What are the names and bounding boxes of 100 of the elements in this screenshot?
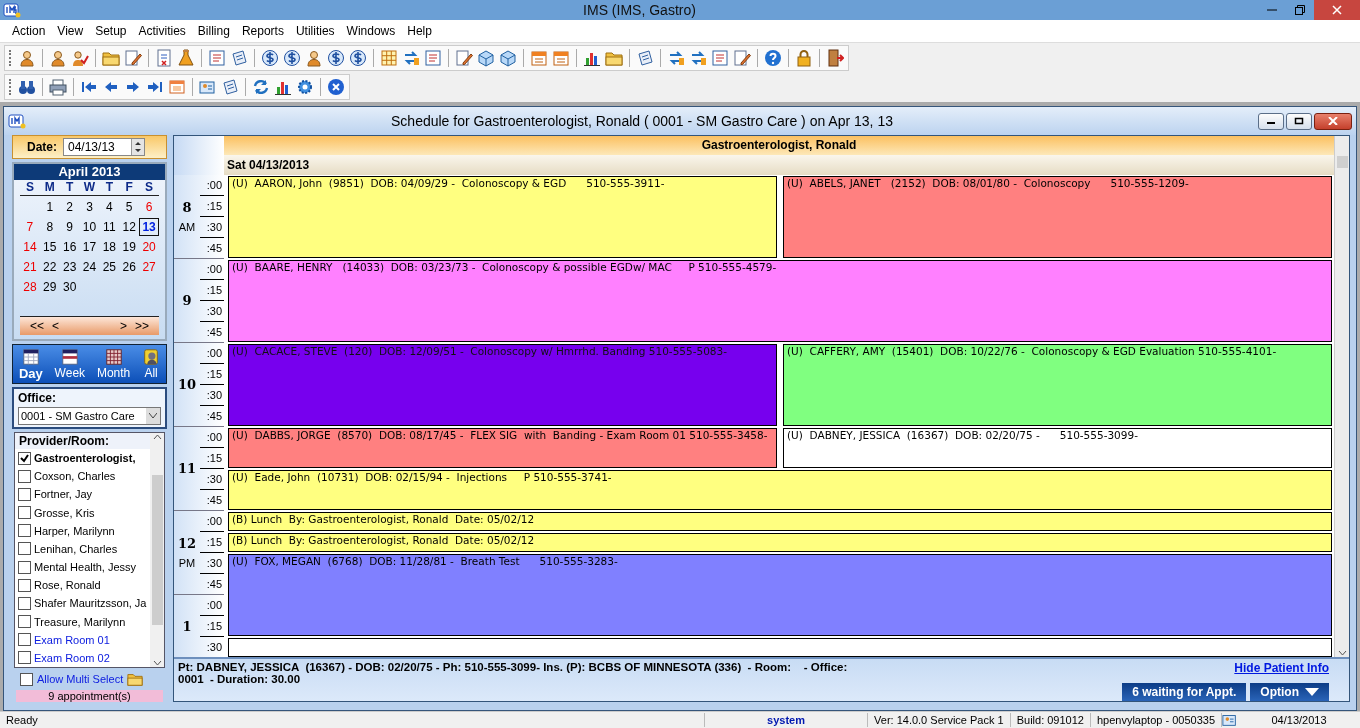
calendar-day[interactable]: 22: [39, 258, 60, 276]
calendar-icon[interactable]: [552, 49, 570, 67]
minimize-button[interactable]: [1258, 112, 1284, 130]
appointment-block[interactable]: (U) BAARE, HENRY (14033) DOB: 03/23/73 - Colonoscopy & possible EGDw/ MAC P 510-555-4579-: [228, 260, 1332, 342]
person-icon[interactable]: [49, 49, 67, 67]
calendar-day[interactable]: 25: [99, 258, 120, 276]
checkbox[interactable]: [18, 596, 31, 610]
checkbox[interactable]: [18, 524, 31, 538]
provider-name[interactable]: Gastroenterologist,: [34, 452, 136, 465]
calendar-day[interactable]: 27: [139, 258, 159, 276]
person-check-icon[interactable]: [71, 49, 89, 67]
provider-name[interactable]: Grosse, Kris: [34, 506, 95, 519]
calendar-day[interactable]: 5: [119, 198, 140, 216]
scroll-down-icon[interactable]: [152, 659, 162, 667]
scroll-up-icon[interactable]: [152, 433, 162, 441]
checkbox[interactable]: [18, 469, 31, 483]
checkbox[interactable]: [18, 560, 31, 574]
checkbox[interactable]: [18, 542, 31, 556]
scrollbar[interactable]: [1334, 136, 1349, 657]
scrollbar-thumb[interactable]: [1336, 156, 1348, 168]
provider-name[interactable]: Exam Room 01: [34, 633, 110, 646]
appointment-block[interactable]: (U) DABNEY, JESSICA (16367) DOB: 02/20/75 - 510-555-3099-: [783, 428, 1332, 468]
printer-icon[interactable]: [49, 78, 67, 96]
prescription-icon[interactable]: [155, 49, 173, 67]
window-icon[interactable]: [168, 78, 186, 96]
exit-door-icon[interactable]: [826, 49, 844, 67]
calendar-day[interactable]: 18: [99, 238, 120, 256]
provider-name[interactable]: Lenihan, Charles: [34, 542, 118, 555]
menu-item[interactable]: Reports: [235, 22, 290, 40]
multi-select-label[interactable]: Allow Multi Select: [37, 673, 124, 685]
calendar-day[interactable]: 26: [119, 258, 140, 276]
folder-icon[interactable]: [102, 49, 120, 67]
dollar-icon[interactable]: [261, 49, 279, 67]
swap-arrows-icon[interactable]: [689, 49, 707, 67]
waiting-button[interactable]: 6 waiting for Appt.: [1122, 683, 1247, 701]
provider-name[interactable]: Mental Health, Jessy: [34, 561, 137, 574]
edit-icon[interactable]: [124, 49, 142, 67]
office-dropdown[interactable]: 0001 - SM Gastro Care: [18, 407, 161, 425]
edit-icon[interactable]: [455, 49, 473, 67]
menu-item[interactable]: View: [51, 22, 90, 40]
person-icon[interactable]: [18, 49, 36, 67]
view-tab[interactable]: Month: [94, 348, 133, 380]
appointment-block[interactable]: (U) CAFFERY, AMY (15401) DOB: 10/22/76 - Colonoscopy & EGD Evaluation 510-555-4101-: [783, 344, 1332, 426]
appointment-block[interactable]: (U) DABBS, JORGE (8570) DOB: 08/17/45 - FLEX SIG with Banding - Exam Room 01 510-555-3458-: [228, 428, 777, 468]
notes-icon[interactable]: [221, 78, 239, 96]
box-icon[interactable]: [499, 49, 517, 67]
calendar-day[interactable]: 21: [20, 258, 40, 276]
checkbox[interactable]: [18, 615, 31, 629]
scrollbar[interactable]: [150, 433, 164, 667]
dollar-icon[interactable]: [349, 49, 367, 67]
checkbox[interactable]: [18, 651, 31, 665]
checkbox[interactable]: [18, 451, 31, 465]
calendar-nav-button[interactable]: >: [115, 317, 131, 335]
person-icon[interactable]: [305, 49, 323, 67]
edit-icon[interactable]: [733, 49, 751, 67]
close-button[interactable]: [1314, 112, 1352, 130]
flask-icon[interactable]: [177, 49, 195, 67]
calendar-nav-button[interactable]: <: [48, 317, 64, 335]
gear-icon[interactable]: [296, 78, 314, 96]
view-tab[interactable]: All: [140, 348, 163, 380]
menu-item[interactable]: Help: [401, 22, 438, 40]
menu-item[interactable]: Setup: [89, 22, 133, 40]
swap-arrows-icon[interactable]: [402, 49, 420, 67]
menu-item[interactable]: Windows: [340, 22, 402, 40]
calendar-day[interactable]: 6: [139, 198, 159, 216]
calendar-day[interactable]: 12: [119, 218, 140, 236]
calendar-day[interactable]: 15: [39, 238, 60, 256]
menu-item[interactable]: Action: [6, 22, 52, 40]
dollar-icon[interactable]: [283, 49, 301, 67]
calendar-nav-button[interactable]: <<: [26, 317, 48, 335]
calendar-day[interactable]: 7: [20, 218, 40, 236]
calendar-nav-button[interactable]: >>: [131, 317, 153, 335]
calendar-day[interactable]: 4: [99, 198, 120, 216]
checkbox[interactable]: [18, 633, 31, 647]
menu-item[interactable]: Billing: [191, 22, 236, 40]
hide-patient-info-link[interactable]: Hide Patient Info: [1234, 661, 1329, 675]
date-field[interactable]: 04/13/13: [63, 138, 145, 156]
calendar-day[interactable]: 29: [39, 278, 60, 296]
grid-icon[interactable]: [380, 49, 398, 67]
notes-icon[interactable]: [230, 49, 248, 67]
empty-slot[interactable]: [228, 638, 1332, 657]
calendar-day[interactable]: 9: [59, 218, 80, 236]
appointment-block[interactable]: (B) Lunch By: Gastroenterologist, Ronald Date: 05/02/12: [228, 533, 1332, 552]
appointment-block[interactable]: (U) FOX, MEGAN (6768) DOB: 11/28/81 - Breath Test 510-555-3283-: [228, 554, 1332, 636]
calendar-day[interactable]: 8: [39, 218, 60, 236]
appointment-block[interactable]: (U) AARON, John (9851) DOB: 04/09/29 - Colonoscopy & EGD 510-555-3911-: [228, 176, 777, 258]
view-tab[interactable]: Week: [52, 348, 88, 380]
appointment-block[interactable]: (U) ABELS, JANET (2152) DOB: 08/01/80 - Colonoscopy 510-555-1209-: [783, 176, 1332, 258]
lock-icon[interactable]: [795, 49, 813, 67]
provider-name[interactable]: Rose, Ronald: [34, 579, 101, 592]
help-icon[interactable]: [764, 49, 782, 67]
calendar-day[interactable]: 3: [79, 198, 100, 216]
provider-name[interactable]: Treasure, Marilynn: [34, 615, 126, 628]
calendar-day[interactable]: 20: [139, 238, 159, 256]
notes-icon[interactable]: [636, 49, 654, 67]
checkbox[interactable]: [18, 487, 31, 501]
refresh-icon[interactable]: [252, 78, 270, 96]
view-tab[interactable]: Day: [16, 347, 45, 381]
dollar-icon[interactable]: [327, 49, 345, 67]
appointment-block[interactable]: (U) Eade, John (10731) DOB: 02/15/94 - Injections P 510-555-3741-: [228, 470, 1332, 510]
